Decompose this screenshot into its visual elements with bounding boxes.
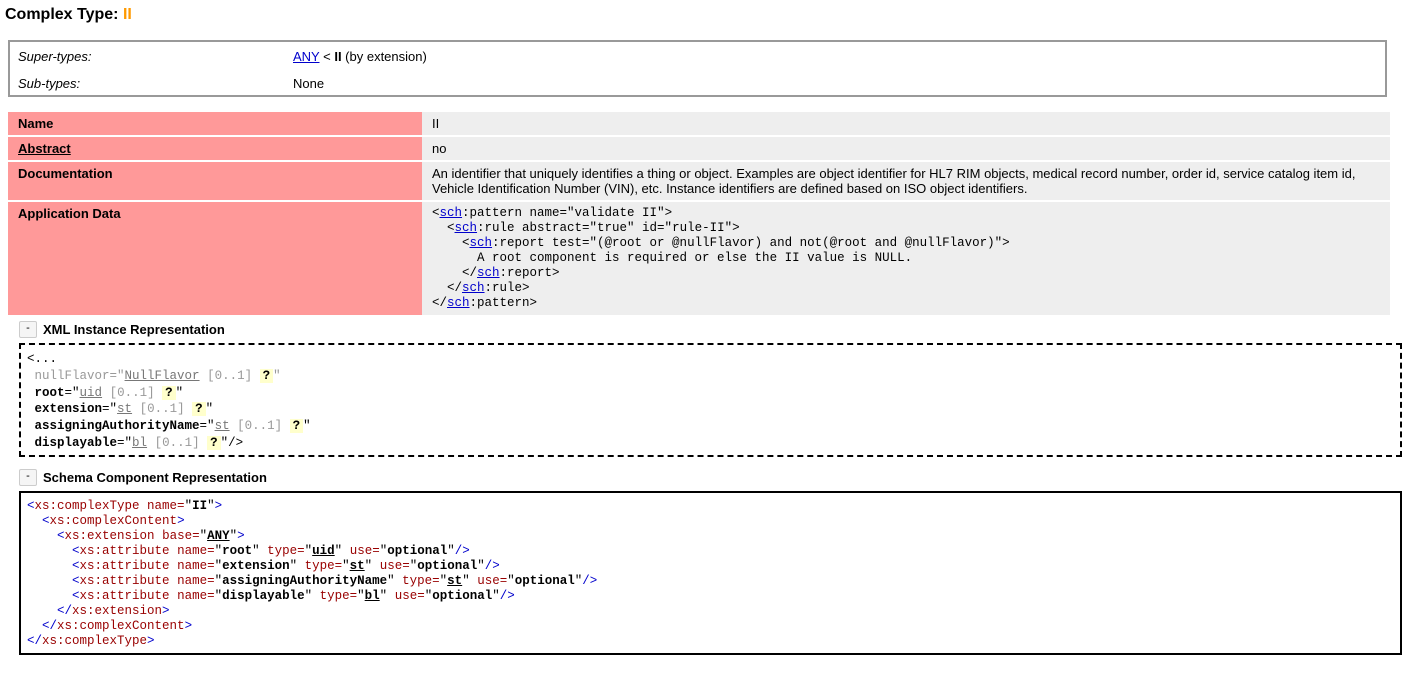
- prop-row-name: Name II: [8, 112, 1390, 135]
- xml-attr-nullflavor: nullFlavor="NullFlavor [0..1]: [34, 368, 253, 383]
- xml-open: <...: [27, 352, 58, 366]
- help-icon[interactable]: ?: [289, 419, 304, 434]
- title-prefix: Complex Type:: [5, 6, 123, 23]
- super-type-suffix: (by extension): [341, 49, 427, 64]
- app-line: :rule abstract="true" id="rule-II">: [477, 221, 740, 235]
- sch-link[interactable]: sch: [455, 221, 478, 235]
- type-link[interactable]: st: [117, 402, 132, 416]
- schema-section-title: Schema Component Representation: [43, 470, 267, 485]
- app-line: :report>: [499, 266, 560, 280]
- type-link[interactable]: st: [215, 419, 230, 433]
- super-type-sep: <: [319, 49, 335, 64]
- xml-attr-extension: extension: [34, 402, 103, 417]
- super-type-current: II: [334, 49, 342, 64]
- type-link[interactable]: st: [350, 559, 365, 573]
- prop-app-value: <sch:pattern name="validate II"> <sch:ru…: [422, 202, 1390, 315]
- xml-attr-displayable: displayable: [34, 435, 118, 450]
- xml-instance-code: <... nullFlavor="NullFlavor [0..1] ? " ro…: [27, 352, 311, 450]
- help-icon[interactable]: ?: [162, 385, 176, 400]
- prop-name-value: II: [422, 112, 1390, 135]
- type-link[interactable]: uid: [312, 544, 335, 558]
- app-line: A root component is required or else the…: [477, 251, 913, 265]
- xml-section-header: - XML Instance Representation: [19, 321, 225, 338]
- schema-code: <xs:complexType name="II"> <xs:complexCo…: [27, 499, 598, 648]
- sch-link[interactable]: sch: [477, 266, 500, 280]
- sch-link[interactable]: sch: [470, 236, 493, 250]
- prop-row-abstract: Abstract no: [8, 137, 1390, 160]
- prop-doc-label: Documentation: [8, 162, 422, 200]
- prop-abstract-label-cell: Abstract: [8, 137, 422, 160]
- xml-instance-box: <... nullFlavor="NullFlavor [0..1] ? " ro…: [19, 343, 1402, 457]
- help-icon[interactable]: ?: [192, 402, 206, 417]
- xml-attr-assigning-authority-name: assigningAuthorityName: [34, 419, 200, 434]
- xml-close: />: [228, 435, 244, 450]
- help-icon[interactable]: ?: [207, 435, 221, 450]
- help-icon[interactable]: ?: [259, 368, 274, 383]
- xml-section-title: XML Instance Representation: [43, 322, 225, 337]
- prop-row-documentation: Documentation An identifier that uniquel…: [8, 162, 1390, 200]
- page-title: Complex Type: II: [5, 6, 132, 24]
- base-type-link[interactable]: ANY: [207, 529, 230, 543]
- schema-component-box: <xs:complexType name="II"> <xs:complexCo…: [19, 491, 1402, 655]
- sch-link[interactable]: sch: [462, 281, 485, 295]
- xml-section-toggle[interactable]: -: [19, 321, 37, 338]
- app-line: :pattern name="validate II">: [462, 206, 673, 220]
- prop-doc-value: An identifier that uniquely identifies a…: [422, 162, 1390, 200]
- app-data-code: <sch:pattern name="validate II"> <sch:ru…: [432, 206, 1010, 310]
- xml-attr-root: root: [34, 385, 65, 400]
- type-link[interactable]: NullFlavor: [125, 369, 200, 383]
- properties-table: Name II Abstract no Documentation An ide…: [8, 110, 1390, 317]
- type-link[interactable]: st: [447, 574, 462, 588]
- prop-app-label: Application Data: [8, 202, 422, 315]
- sch-link[interactable]: sch: [440, 206, 463, 220]
- schema-section-toggle[interactable]: -: [19, 469, 37, 486]
- type-hierarchy-box: Super-types: ANY < II (by extension) Sub…: [8, 40, 1387, 97]
- schema-section-header: - Schema Component Representation: [19, 469, 267, 486]
- type-link[interactable]: uid: [80, 386, 103, 400]
- app-line: :pattern>: [469, 296, 538, 310]
- super-types-value: ANY < II (by extension): [293, 49, 427, 64]
- prop-abstract-value: no: [422, 137, 1390, 160]
- type-link[interactable]: bl: [365, 589, 380, 603]
- super-types-label: Super-types:: [18, 49, 92, 64]
- type-link[interactable]: bl: [132, 436, 147, 450]
- super-type-any-link[interactable]: ANY: [293, 49, 320, 64]
- sub-types-label: Sub-types:: [18, 76, 81, 91]
- prop-row-app-data: Application Data <sch:pattern name="vali…: [8, 202, 1390, 315]
- prop-abstract-label[interactable]: Abstract: [18, 141, 71, 156]
- prop-name-label: Name: [8, 112, 422, 135]
- sch-link[interactable]: sch: [447, 296, 470, 310]
- sub-types-value: None: [293, 76, 325, 91]
- app-line: :report test="(@root or @nullFlavor) and…: [492, 236, 1010, 250]
- type-name: II: [122, 6, 132, 23]
- app-line: :rule>: [484, 281, 530, 295]
